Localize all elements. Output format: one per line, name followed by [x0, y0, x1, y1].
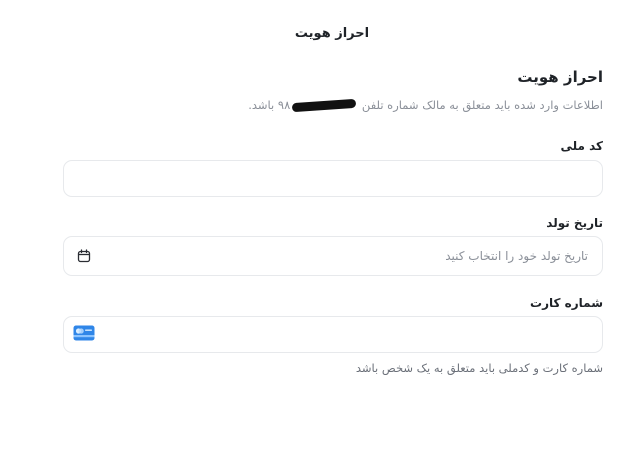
card-number-label: شماره کارت — [530, 296, 603, 310]
description-text-end: ۹۸ باشد. — [248, 98, 291, 112]
header-title: احراز هویت — [294, 26, 370, 41]
page-heading: احراز هویت — [517, 68, 603, 86]
bank-card-icon — [73, 325, 95, 341]
card-number-input[interactable] — [64, 317, 602, 352]
birth-date-label: تاریخ تولد — [546, 216, 603, 230]
national-code-input[interactable] — [64, 161, 602, 196]
national-code-label: کد ملی — [560, 139, 603, 153]
redacted-phone — [292, 98, 357, 113]
birth-date-field[interactable] — [63, 236, 603, 276]
description: اطلاعات وارد شده باید متعلق به مالک شمار… — [248, 98, 603, 113]
birth-date-input[interactable] — [64, 237, 602, 275]
national-code-field[interactable] — [63, 160, 603, 197]
calendar-icon[interactable] — [77, 249, 91, 263]
card-hint: شماره کارت و کدملی باید متعلق به یک شخص … — [355, 361, 603, 375]
description-text-start: اطلاعات وارد شده باید متعلق به مالک شمار… — [358, 98, 603, 112]
card-number-field[interactable] — [63, 316, 603, 353]
